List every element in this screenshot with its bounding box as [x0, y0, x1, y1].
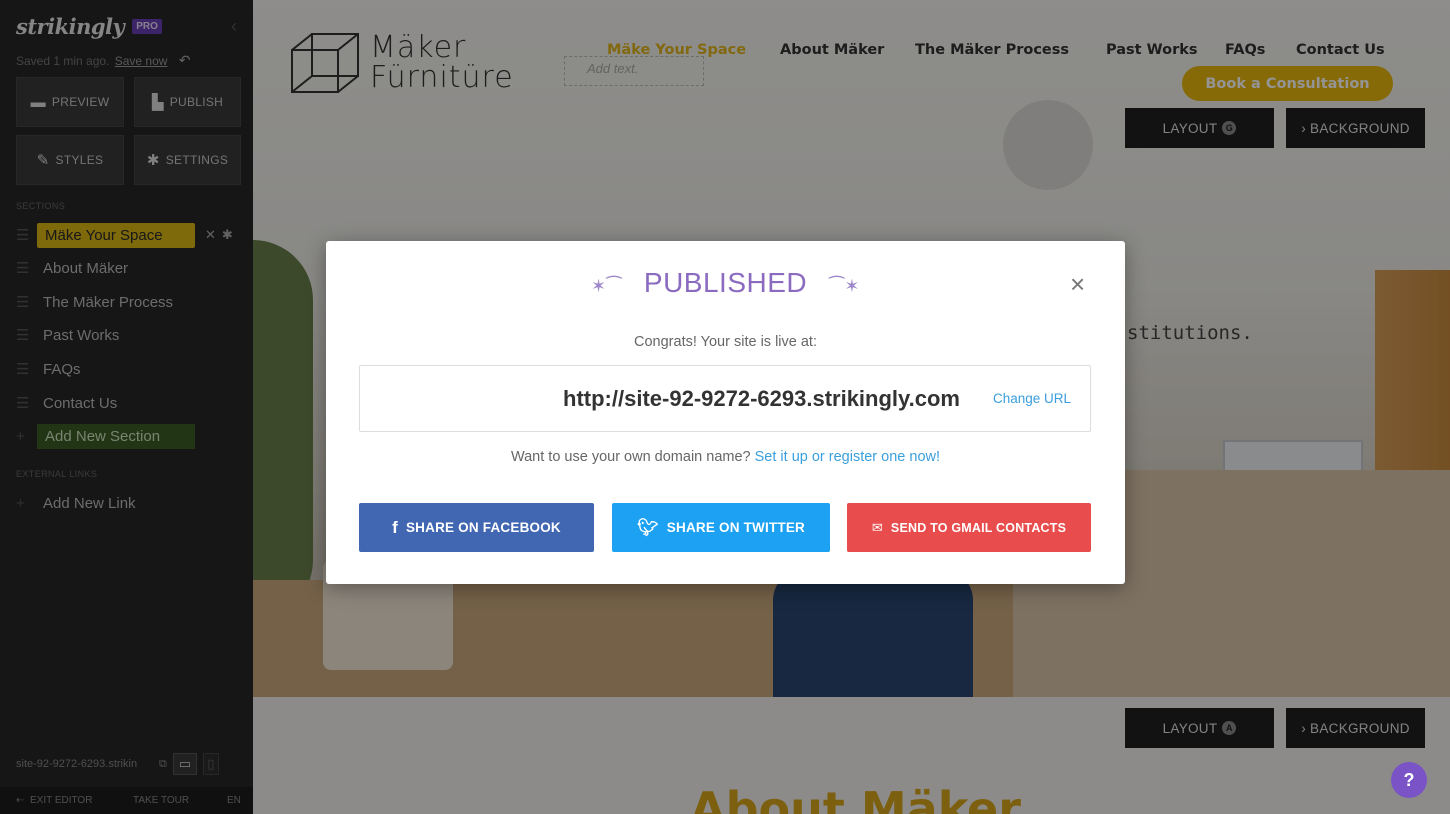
share-facebook-label: SHARE ON FACEBOOK [405, 520, 561, 535]
change-url-link[interactable]: Change URL [993, 391, 1071, 406]
setup-domain-link[interactable]: Set it up or register one now! [755, 449, 940, 465]
share-twitter-label: SHARE ON TWITTER [666, 520, 805, 535]
own-domain-text: Want to use your own domain name? [510, 449, 751, 465]
send-gmail-button[interactable]: ✉ SEND TO GMAIL CONTACTS [847, 503, 1091, 552]
twitter-bird-icon: 🐦︎ [637, 517, 659, 537]
dialog-title: PUBLISHED [643, 267, 808, 298]
close-icon[interactable]: × [1070, 271, 1085, 297]
site-url-box: http://site-92-9272-6293.strikingly.com … [359, 365, 1091, 432]
envelope-icon: ✉ [871, 519, 883, 535]
facebook-icon: f [392, 517, 398, 537]
sparkle-left-icon: ✶⁀ [591, 276, 622, 296]
sparkle-right-icon: ⁀✶ [829, 276, 860, 296]
send-gmail-label: SEND TO GMAIL CONTACTS [890, 520, 1067, 535]
share-facebook-button[interactable]: f SHARE ON FACEBOOK [359, 503, 594, 552]
published-url-link[interactable]: http://site-92-9272-6293.strikingly.com [360, 386, 960, 412]
share-twitter-button[interactable]: 🐦︎ SHARE ON TWITTER [612, 503, 830, 552]
published-dialog: ✶⁀ PUBLISHED ⁀✶ × Congrats! Your site is… [326, 241, 1125, 584]
congrats-text: Congrats! Your site is live at: [634, 334, 817, 350]
dialog-title-row: ✶⁀ PUBLISHED ⁀✶ [326, 267, 1125, 299]
help-button[interactable]: ? [1391, 762, 1427, 798]
own-domain-row: Want to use your own domain name? Set it… [326, 449, 1125, 465]
